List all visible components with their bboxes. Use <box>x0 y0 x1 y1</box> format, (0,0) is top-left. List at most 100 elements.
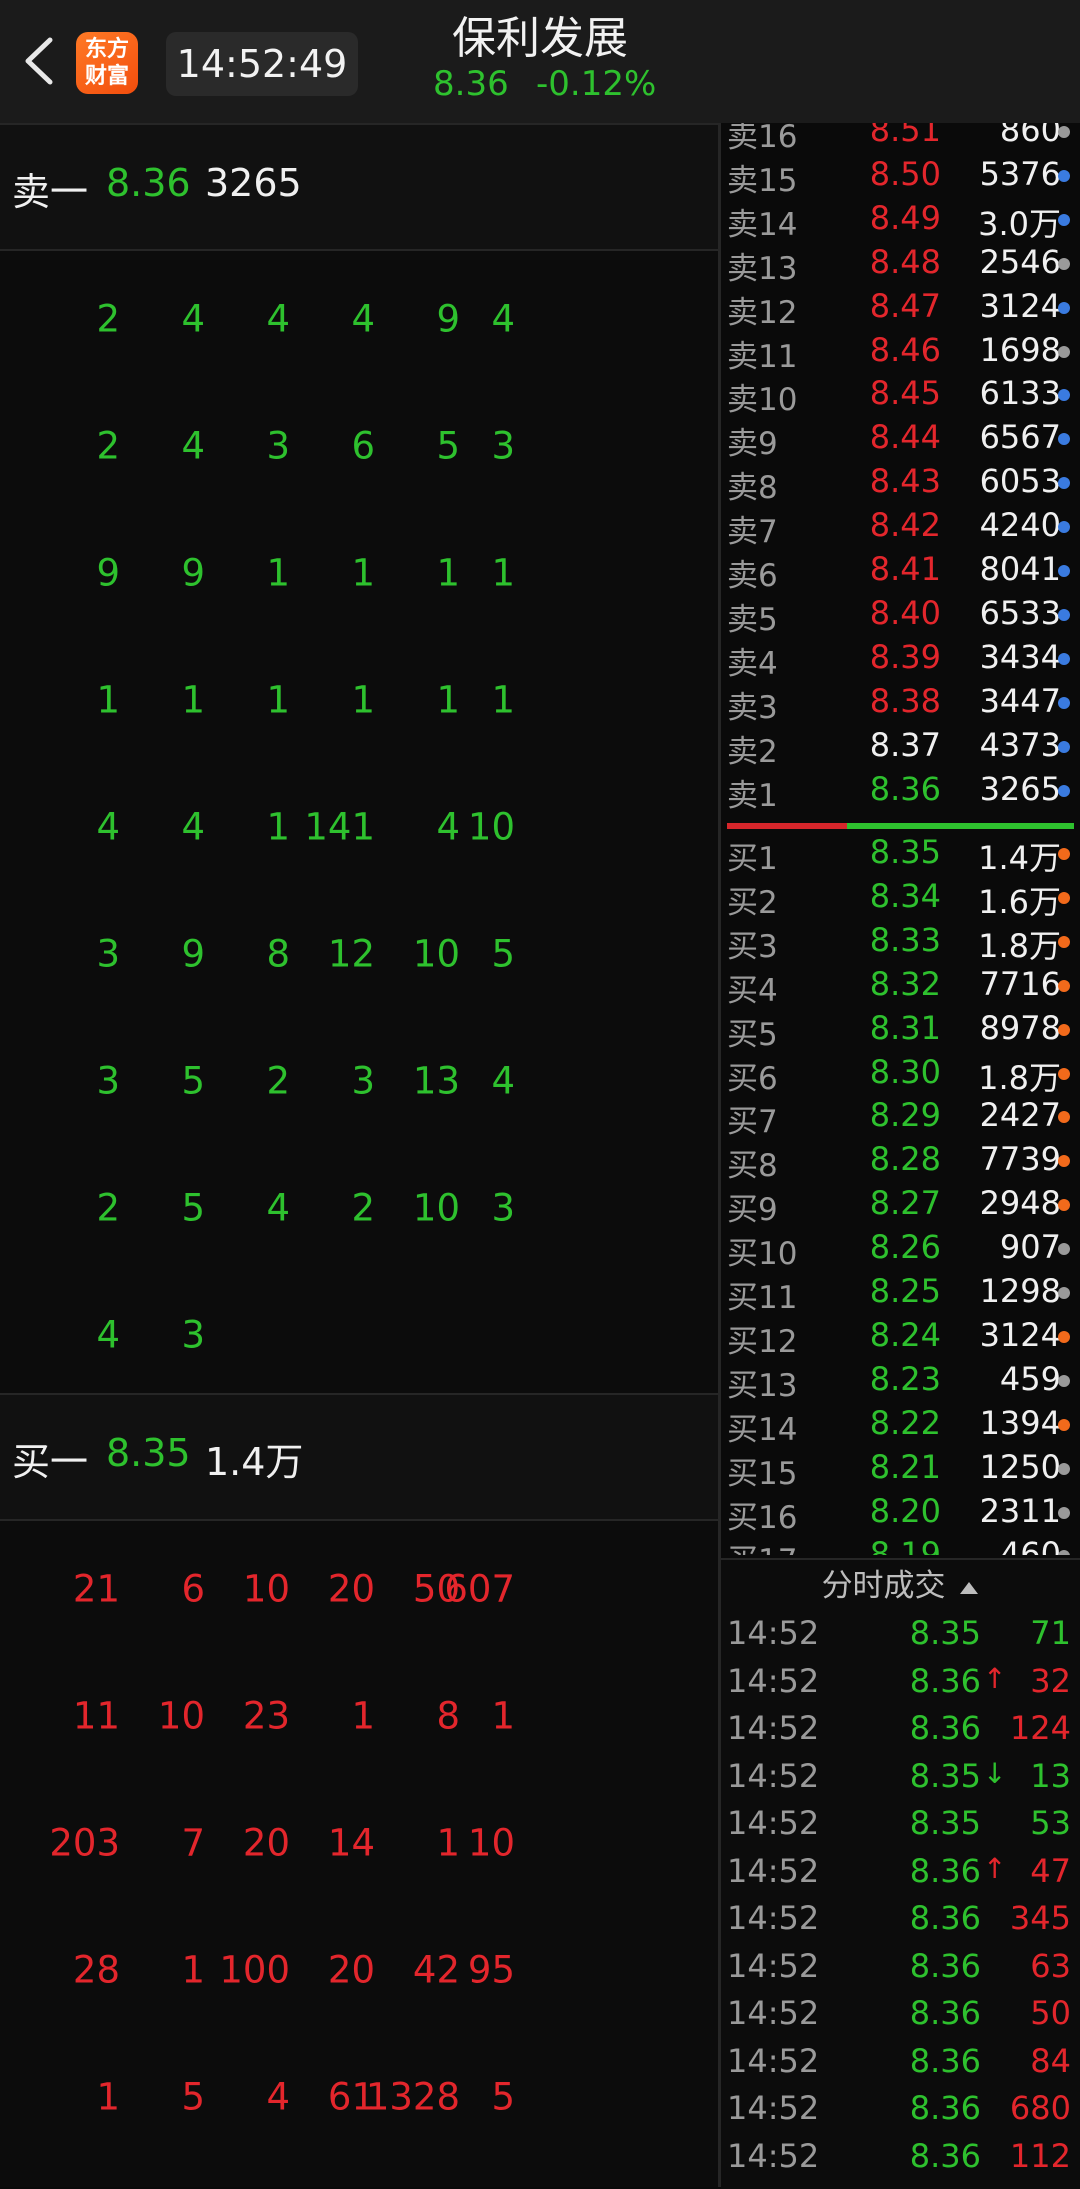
broker-dot-icon <box>1058 1243 1070 1256</box>
broker-dot-icon <box>1058 1199 1070 1212</box>
broker-dot-icon <box>1058 521 1070 534</box>
ask-row[interactable]: 卖6 8.41 8041 <box>721 548 1080 594</box>
queue-order-size: 1 <box>491 551 515 595</box>
broker-dot-icon <box>1058 891 1070 904</box>
ask-row[interactable]: 卖5 8.40 6533 <box>721 592 1080 638</box>
ask-volume: 5376 <box>979 154 1061 193</box>
trade-volume: 53 <box>1030 1804 1071 1842</box>
ask-row[interactable]: 卖13 8.48 2546 <box>721 241 1080 287</box>
queue-order-size: 10 <box>467 1821 515 1865</box>
ask-row[interactable]: 卖11 8.46 1698 <box>721 329 1080 375</box>
trade-price: 8.36 <box>909 2041 981 2080</box>
bid-row[interactable]: 买14 8.22 1394 <box>721 1402 1080 1448</box>
logo-text-bottom: 财富 <box>84 64 129 89</box>
ask-row[interactable]: 卖1 8.36 3265 <box>721 768 1080 814</box>
ask-row[interactable]: 卖15 8.50 5376 <box>721 153 1080 199</box>
bid-row[interactable]: 买6 8.30 1.8万 <box>721 1051 1080 1097</box>
broker-dot-icon <box>1058 257 1070 270</box>
bid-row[interactable]: 买13 8.23 459 <box>721 1358 1080 1404</box>
back-arrow-icon[interactable] <box>14 26 64 96</box>
app-logo[interactable]: 东方 财富 <box>76 32 138 94</box>
trade-price: 8.36 <box>909 1661 981 1700</box>
bid-volume: 1394 <box>979 1403 1061 1442</box>
trade-row: 14:52 8.35 ↓ 13 <box>721 1755 1080 1801</box>
stock-price: 8.36 <box>433 64 509 104</box>
bid-level-label: 买4 <box>727 972 778 1009</box>
ask-volume: 2546 <box>979 242 1061 281</box>
bid-level-label: 买14 <box>727 1411 798 1448</box>
ask-row[interactable]: 卖8 8.43 6053 <box>721 460 1080 506</box>
bid-row[interactable]: 买11 8.25 1298 <box>721 1270 1080 1316</box>
bid-row[interactable]: 买9 8.27 2948 <box>721 1182 1080 1229</box>
sell1-volume: 3265 <box>205 161 302 205</box>
bid-row[interactable]: 买16 8.20 2311 <box>721 1490 1080 1536</box>
broker-dot-icon <box>1058 213 1070 226</box>
top-bar: 东方 财富 14:52:49 保利发展 8.36 -0.12% <box>0 0 1080 123</box>
bid-level-label: 买5 <box>727 1016 778 1053</box>
bid-row[interactable]: 买10 8.26 907 <box>721 1226 1080 1272</box>
broker-dot-icon <box>1058 696 1070 709</box>
broker-dot-icon <box>1058 126 1070 138</box>
broker-dot-icon <box>1058 389 1070 402</box>
broker-dot-icon <box>1058 1374 1070 1387</box>
bid-row[interactable]: 买12 8.24 3124 <box>721 1314 1080 1360</box>
trade-volume: 63 <box>1030 1946 1071 1985</box>
trade-volume: 680 <box>1009 2089 1071 2127</box>
bid-row[interactable]: 买7 8.29 2427 <box>721 1094 1080 1140</box>
trade-price: 8.36 <box>909 2136 981 2175</box>
ask-row[interactable]: 卖10 8.45 6133 <box>721 372 1080 418</box>
tick-trades-header[interactable]: 分时成交 <box>721 1560 1080 1612</box>
ask-volume: 3124 <box>979 286 1061 325</box>
ask-level-label: 卖9 <box>727 426 778 463</box>
ask-volume: 6567 <box>979 418 1061 457</box>
trade-time: 14:52 <box>727 1614 820 1652</box>
buy1-volume: 1.4万 <box>205 1440 304 1484</box>
ask-level-label: 卖11 <box>727 338 798 375</box>
broker-dot-icon <box>1058 1155 1070 1168</box>
ask-level-label: 卖3 <box>727 689 778 726</box>
trade-time: 14:52 <box>727 1851 820 1890</box>
ask-volume: 3265 <box>979 769 1061 808</box>
bid-volume: 460 <box>999 1535 1061 1555</box>
bid-row[interactable]: 买178.19460 <box>721 1533 1080 1555</box>
trade-time: 14:52 <box>727 2041 820 2080</box>
ask-volume: 6533 <box>979 593 1061 632</box>
bid-row[interactable]: 买2 8.34 1.6万 <box>721 875 1080 921</box>
buy1-summary: 买一 8.35 1.4万 <box>0 1393 718 1521</box>
ask-row[interactable]: 卖7 8.42 4240 <box>721 504 1080 550</box>
ask-row[interactable]: 卖12 8.47 3124 <box>721 285 1080 331</box>
bid-level-label: 买9 <box>727 1192 778 1229</box>
bid-row[interactable]: 买15 8.21 1250 <box>721 1446 1080 1492</box>
ask-level-label: 卖6 <box>727 558 778 594</box>
trade-row: 14:52 8.35 53 <box>721 1802 1080 1848</box>
stock-name[interactable]: 保利发展 <box>400 2 680 66</box>
broker-dot-icon <box>1058 1111 1070 1124</box>
trade-row: 14:52 8.36 50 <box>721 1992 1080 2038</box>
sell1-summary: 卖一 8.36 3265 <box>0 123 718 251</box>
trade-time: 14:52 <box>727 1756 820 1795</box>
ask-row[interactable]: 卖3 8.38 3447 <box>721 680 1080 726</box>
broker-dot-icon <box>1058 1067 1070 1080</box>
bid-row[interactable]: 买4 8.32 7716 <box>721 963 1080 1009</box>
bid-row[interactable]: 买5 8.31 8978 <box>721 1007 1080 1053</box>
broker-dot-icon <box>1058 1418 1070 1431</box>
ask-row[interactable]: 卖9 8.44 6567 <box>721 416 1080 463</box>
bid-volume: 2427 <box>979 1096 1061 1135</box>
broker-dot-icon <box>1058 848 1070 860</box>
ask-row[interactable]: 卖2 8.37 4373 <box>721 724 1080 770</box>
depth-order-book[interactable]: 卖16 8.51 860 卖15 8.50 5376 卖14 8.49 3.0万 卖13 8.48 2… <box>721 123 1080 1555</box>
bid-row[interactable]: 买1 8.35 1.4万 <box>721 831 1080 877</box>
order-queue-panel: 卖一 8.36 3265 244494243653991111111111441… <box>0 123 718 2187</box>
ask-row[interactable]: 卖4 8.39 3434 <box>721 636 1080 682</box>
trade-time: 14:52 <box>727 1661 820 1700</box>
tick-trades-panel[interactable]: 分时成交 14:52 8.35 71 14:52 8.36 ↑ 32 14:52 8.36 124… <box>721 1558 1080 2189</box>
trade-row: 14:52 8.36 345 <box>721 1897 1080 1943</box>
trade-time: 14:52 <box>727 2136 820 2175</box>
ask-volume: 6053 <box>979 462 1061 501</box>
ask-row[interactable]: 卖16 8.51 860 <box>721 123 1080 155</box>
bid-row[interactable]: 买3 8.33 1.8万 <box>721 919 1080 965</box>
bid-row[interactable]: 买8 8.28 7739 <box>721 1138 1080 1184</box>
bid-level-label: 买1 <box>727 841 778 877</box>
trade-time: 14:52 <box>727 1994 820 2032</box>
ask-row[interactable]: 卖14 8.49 3.0万 <box>721 197 1080 243</box>
